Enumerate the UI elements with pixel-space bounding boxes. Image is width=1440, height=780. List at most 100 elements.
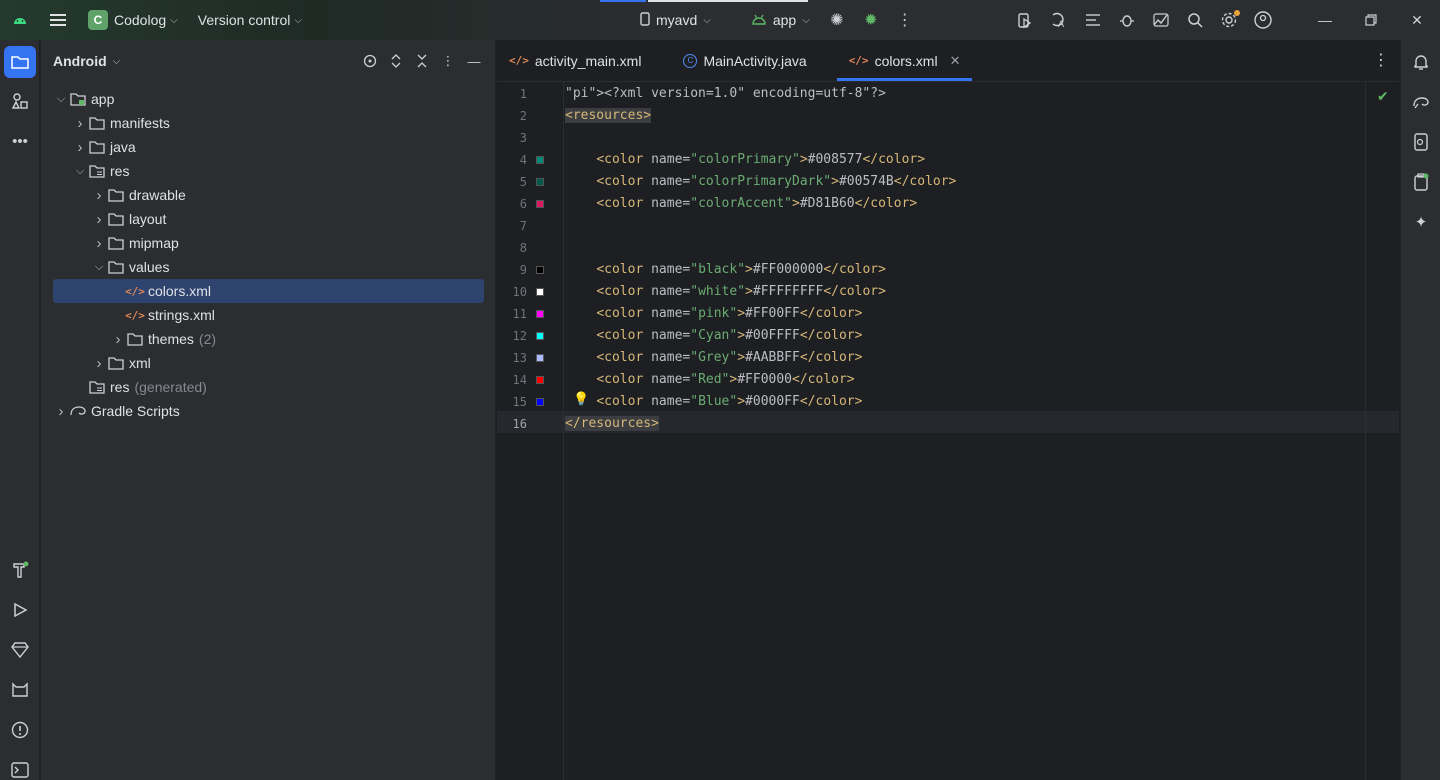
no-problems-check-icon[interactable]: ✔ bbox=[1377, 88, 1389, 105]
main-menu-button[interactable] bbox=[40, 0, 76, 40]
tree-item[interactable]: ⌵ res bbox=[53, 159, 484, 183]
run-config-selector[interactable]: app ⌵ bbox=[741, 6, 820, 34]
more-tools-button[interactable]: ••• bbox=[4, 125, 36, 157]
tab-options-icon[interactable]: ⋮ bbox=[1373, 50, 1389, 70]
run-tool-button[interactable] bbox=[4, 594, 36, 626]
right-tool-strip: ✦ bbox=[1400, 40, 1440, 780]
gemini-sparkle-icon[interactable]: ✦ bbox=[1405, 206, 1437, 238]
chevron-right-icon[interactable]: › bbox=[91, 235, 107, 252]
running-devices-icon[interactable] bbox=[1405, 166, 1437, 198]
locate-file-icon[interactable] bbox=[357, 49, 383, 73]
resource-manager-button[interactable] bbox=[4, 85, 36, 117]
build-tool-button[interactable] bbox=[4, 554, 36, 586]
color-swatch-icon[interactable] bbox=[536, 310, 544, 318]
color-swatch-icon[interactable] bbox=[536, 376, 544, 384]
tree-item[interactable]: › drawable bbox=[53, 183, 484, 207]
color-swatch-icon[interactable] bbox=[536, 156, 544, 164]
translation-icon[interactable]: A bbox=[1042, 0, 1076, 40]
editor-tab[interactable]: C MainActivity.java bbox=[671, 40, 818, 81]
chevron-right-icon[interactable]: › bbox=[110, 331, 126, 348]
chevron-down-icon[interactable]: ⌵ bbox=[72, 165, 88, 178]
code-line[interactable]: <color name="Red">#FF0000</color> bbox=[565, 369, 854, 391]
chevron-right-icon[interactable]: › bbox=[91, 187, 107, 204]
minimize-button[interactable]: — bbox=[1302, 0, 1348, 40]
hamburger-icon bbox=[50, 19, 66, 21]
logcat-tool-button[interactable] bbox=[4, 674, 36, 706]
chevron-right-icon[interactable]: › bbox=[91, 211, 107, 228]
code-line[interactable]: <color name="pink">#FF00FF</color> bbox=[565, 303, 862, 325]
collapse-all-icon[interactable] bbox=[409, 49, 435, 73]
tree-item[interactable]: </> colors.xml bbox=[53, 279, 484, 303]
tree-item[interactable]: › mipmap bbox=[53, 231, 484, 255]
tree-item[interactable]: › manifests bbox=[53, 111, 484, 135]
tree-item[interactable]: › layout bbox=[53, 207, 484, 231]
attach-debugger-icon[interactable] bbox=[1110, 0, 1144, 40]
code-line[interactable]: "pi"><?xml version=1.0" encoding=utf-8"?… bbox=[565, 83, 886, 105]
code-line[interactable]: <color name="Grey">#AABBFF</color> bbox=[565, 347, 862, 369]
code-line[interactable]: <color name="colorPrimaryDark">#00574B</… bbox=[565, 171, 956, 193]
device-selector[interactable]: myavd ⌵ bbox=[630, 6, 721, 34]
color-swatch-icon[interactable] bbox=[536, 200, 544, 208]
chevron-right-icon[interactable]: › bbox=[72, 115, 88, 132]
profiler-icon[interactable] bbox=[1144, 0, 1178, 40]
code-line[interactable]: <color name="white">#FFFFFFFF</color> bbox=[565, 281, 886, 303]
color-swatch-icon[interactable] bbox=[536, 398, 544, 406]
device-manager-icon[interactable] bbox=[1008, 0, 1042, 40]
chevron-right-icon[interactable]: › bbox=[91, 355, 107, 372]
settings-gear-icon[interactable] bbox=[1212, 0, 1246, 40]
chevron-down-icon[interactable]: ⌵ bbox=[91, 261, 107, 274]
maximize-button[interactable] bbox=[1348, 0, 1394, 40]
error-stripe bbox=[1365, 82, 1399, 780]
project-tool-button[interactable] bbox=[4, 46, 36, 78]
device-explorer-icon[interactable] bbox=[1405, 126, 1437, 158]
gradle-icon[interactable] bbox=[1405, 86, 1437, 118]
editor-tab[interactable]: </> activity_main.xml bbox=[497, 40, 653, 81]
terminal-tool-button[interactable] bbox=[4, 754, 36, 780]
chevron-right-icon[interactable]: › bbox=[53, 403, 69, 420]
tree-item[interactable]: › xml bbox=[53, 351, 484, 375]
chevron-down-icon: ⌵ bbox=[294, 14, 302, 26]
color-swatch-icon[interactable] bbox=[536, 266, 544, 274]
tree-item[interactable]: › themes (2) bbox=[53, 327, 484, 351]
color-swatch-icon[interactable] bbox=[536, 354, 544, 362]
more-actions-icon[interactable]: ⋮ bbox=[888, 0, 922, 40]
editor-tab[interactable]: </> colors.xml ✕ bbox=[836, 40, 973, 81]
code-line[interactable]: <color name="black">#FF000000</color> bbox=[565, 259, 886, 281]
hide-panel-icon[interactable]: — bbox=[461, 49, 487, 73]
color-swatch-icon[interactable] bbox=[536, 178, 544, 186]
expand-all-icon[interactable] bbox=[383, 49, 409, 73]
problems-tool-button[interactable] bbox=[4, 714, 36, 746]
module-folder-icon bbox=[69, 91, 87, 107]
code-line[interactable]: <color name="colorPrimary">#008577</colo… bbox=[565, 149, 925, 171]
notifications-icon[interactable] bbox=[1405, 46, 1437, 78]
close-tab-icon[interactable]: ✕ bbox=[950, 53, 961, 69]
panel-options-icon[interactable]: ⋮ bbox=[435, 49, 461, 73]
code-line[interactable]: <color name="colorAccent">#D81B60</color… bbox=[565, 193, 917, 215]
color-swatch-icon[interactable] bbox=[536, 332, 544, 340]
view-mode-selector[interactable]: Android bbox=[53, 53, 107, 69]
tree-item[interactable]: › Gradle Scripts bbox=[53, 399, 484, 423]
tree-item[interactable]: › java bbox=[53, 135, 484, 159]
code-area[interactable]: "pi"><?xml version=1.0" encoding=utf-8"?… bbox=[565, 82, 1365, 780]
code-line[interactable]: <resources> bbox=[565, 105, 652, 127]
code-line[interactable]: <color name="Blue">#0000FF</color> bbox=[565, 391, 862, 413]
chevron-right-icon[interactable]: › bbox=[72, 139, 88, 156]
close-window-button[interactable]: ✕ bbox=[1394, 0, 1440, 40]
version-control-menu[interactable]: Version control ⌵ bbox=[192, 6, 308, 34]
tree-item[interactable]: </> strings.xml bbox=[53, 303, 484, 327]
account-icon[interactable] bbox=[1246, 0, 1280, 40]
color-swatch-icon[interactable] bbox=[536, 288, 544, 296]
restore-icon bbox=[1365, 14, 1377, 26]
tree-item[interactable]: ⌵ values bbox=[53, 255, 484, 279]
project-selector[interactable]: Codolog ⌵ bbox=[108, 6, 184, 34]
chevron-down-icon[interactable]: ⌵ bbox=[113, 56, 121, 67]
code-line[interactable]: </resources> bbox=[565, 413, 659, 435]
code-line[interactable]: <color name="Cyan">#00FFFF</color> bbox=[565, 325, 862, 347]
build-variants-icon[interactable] bbox=[1076, 0, 1110, 40]
debug-bug-icon[interactable]: ✹ bbox=[854, 0, 888, 40]
tree-item[interactable]: ⌵ app bbox=[53, 87, 484, 111]
search-icon[interactable] bbox=[1178, 0, 1212, 40]
tree-item[interactable]: res (generated) bbox=[53, 375, 484, 399]
gem-tool-button[interactable] bbox=[4, 634, 36, 666]
chevron-down-icon[interactable]: ⌵ bbox=[53, 93, 69, 106]
